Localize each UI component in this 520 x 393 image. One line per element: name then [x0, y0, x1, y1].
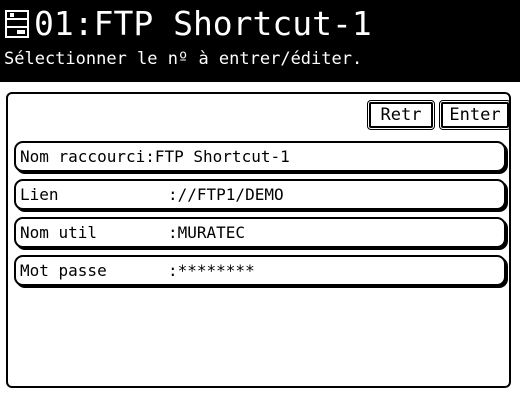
row-label: Nom raccourci — [20, 147, 146, 166]
row-user-name[interactable]: Nom util :MURATEC — [14, 217, 506, 248]
row-value: :MURATEC — [168, 223, 246, 242]
row-label: Mot passe — [20, 261, 107, 280]
row-password[interactable]: Mot passe :******** — [14, 255, 506, 286]
title-row: 01:FTP Shortcut-1 — [4, 4, 372, 44]
instruction-text: Sélectionner le nº à entrer/éditer. — [4, 49, 363, 69]
row-link[interactable]: Lien ://FTP1/DEMO — [14, 179, 506, 210]
header-bar: 01:FTP Shortcut-1 Sélectionner le nº à e… — [0, 0, 520, 82]
row-shortcut-name[interactable]: Nom raccourci:FTP Shortcut-1 — [14, 141, 506, 172]
retr-button[interactable]: Retr — [367, 100, 435, 130]
enter-button[interactable]: Enter — [439, 100, 511, 130]
row-label: Nom util — [20, 223, 98, 242]
row-value: :FTP Shortcut-1 — [145, 147, 290, 166]
row-value: ://FTP1/DEMO — [168, 185, 284, 204]
row-label: Lien — [20, 185, 59, 204]
row-value: :******** — [168, 261, 255, 280]
address-book-icon — [5, 10, 29, 38]
page-title: 01:FTP Shortcut-1 — [34, 4, 372, 43]
